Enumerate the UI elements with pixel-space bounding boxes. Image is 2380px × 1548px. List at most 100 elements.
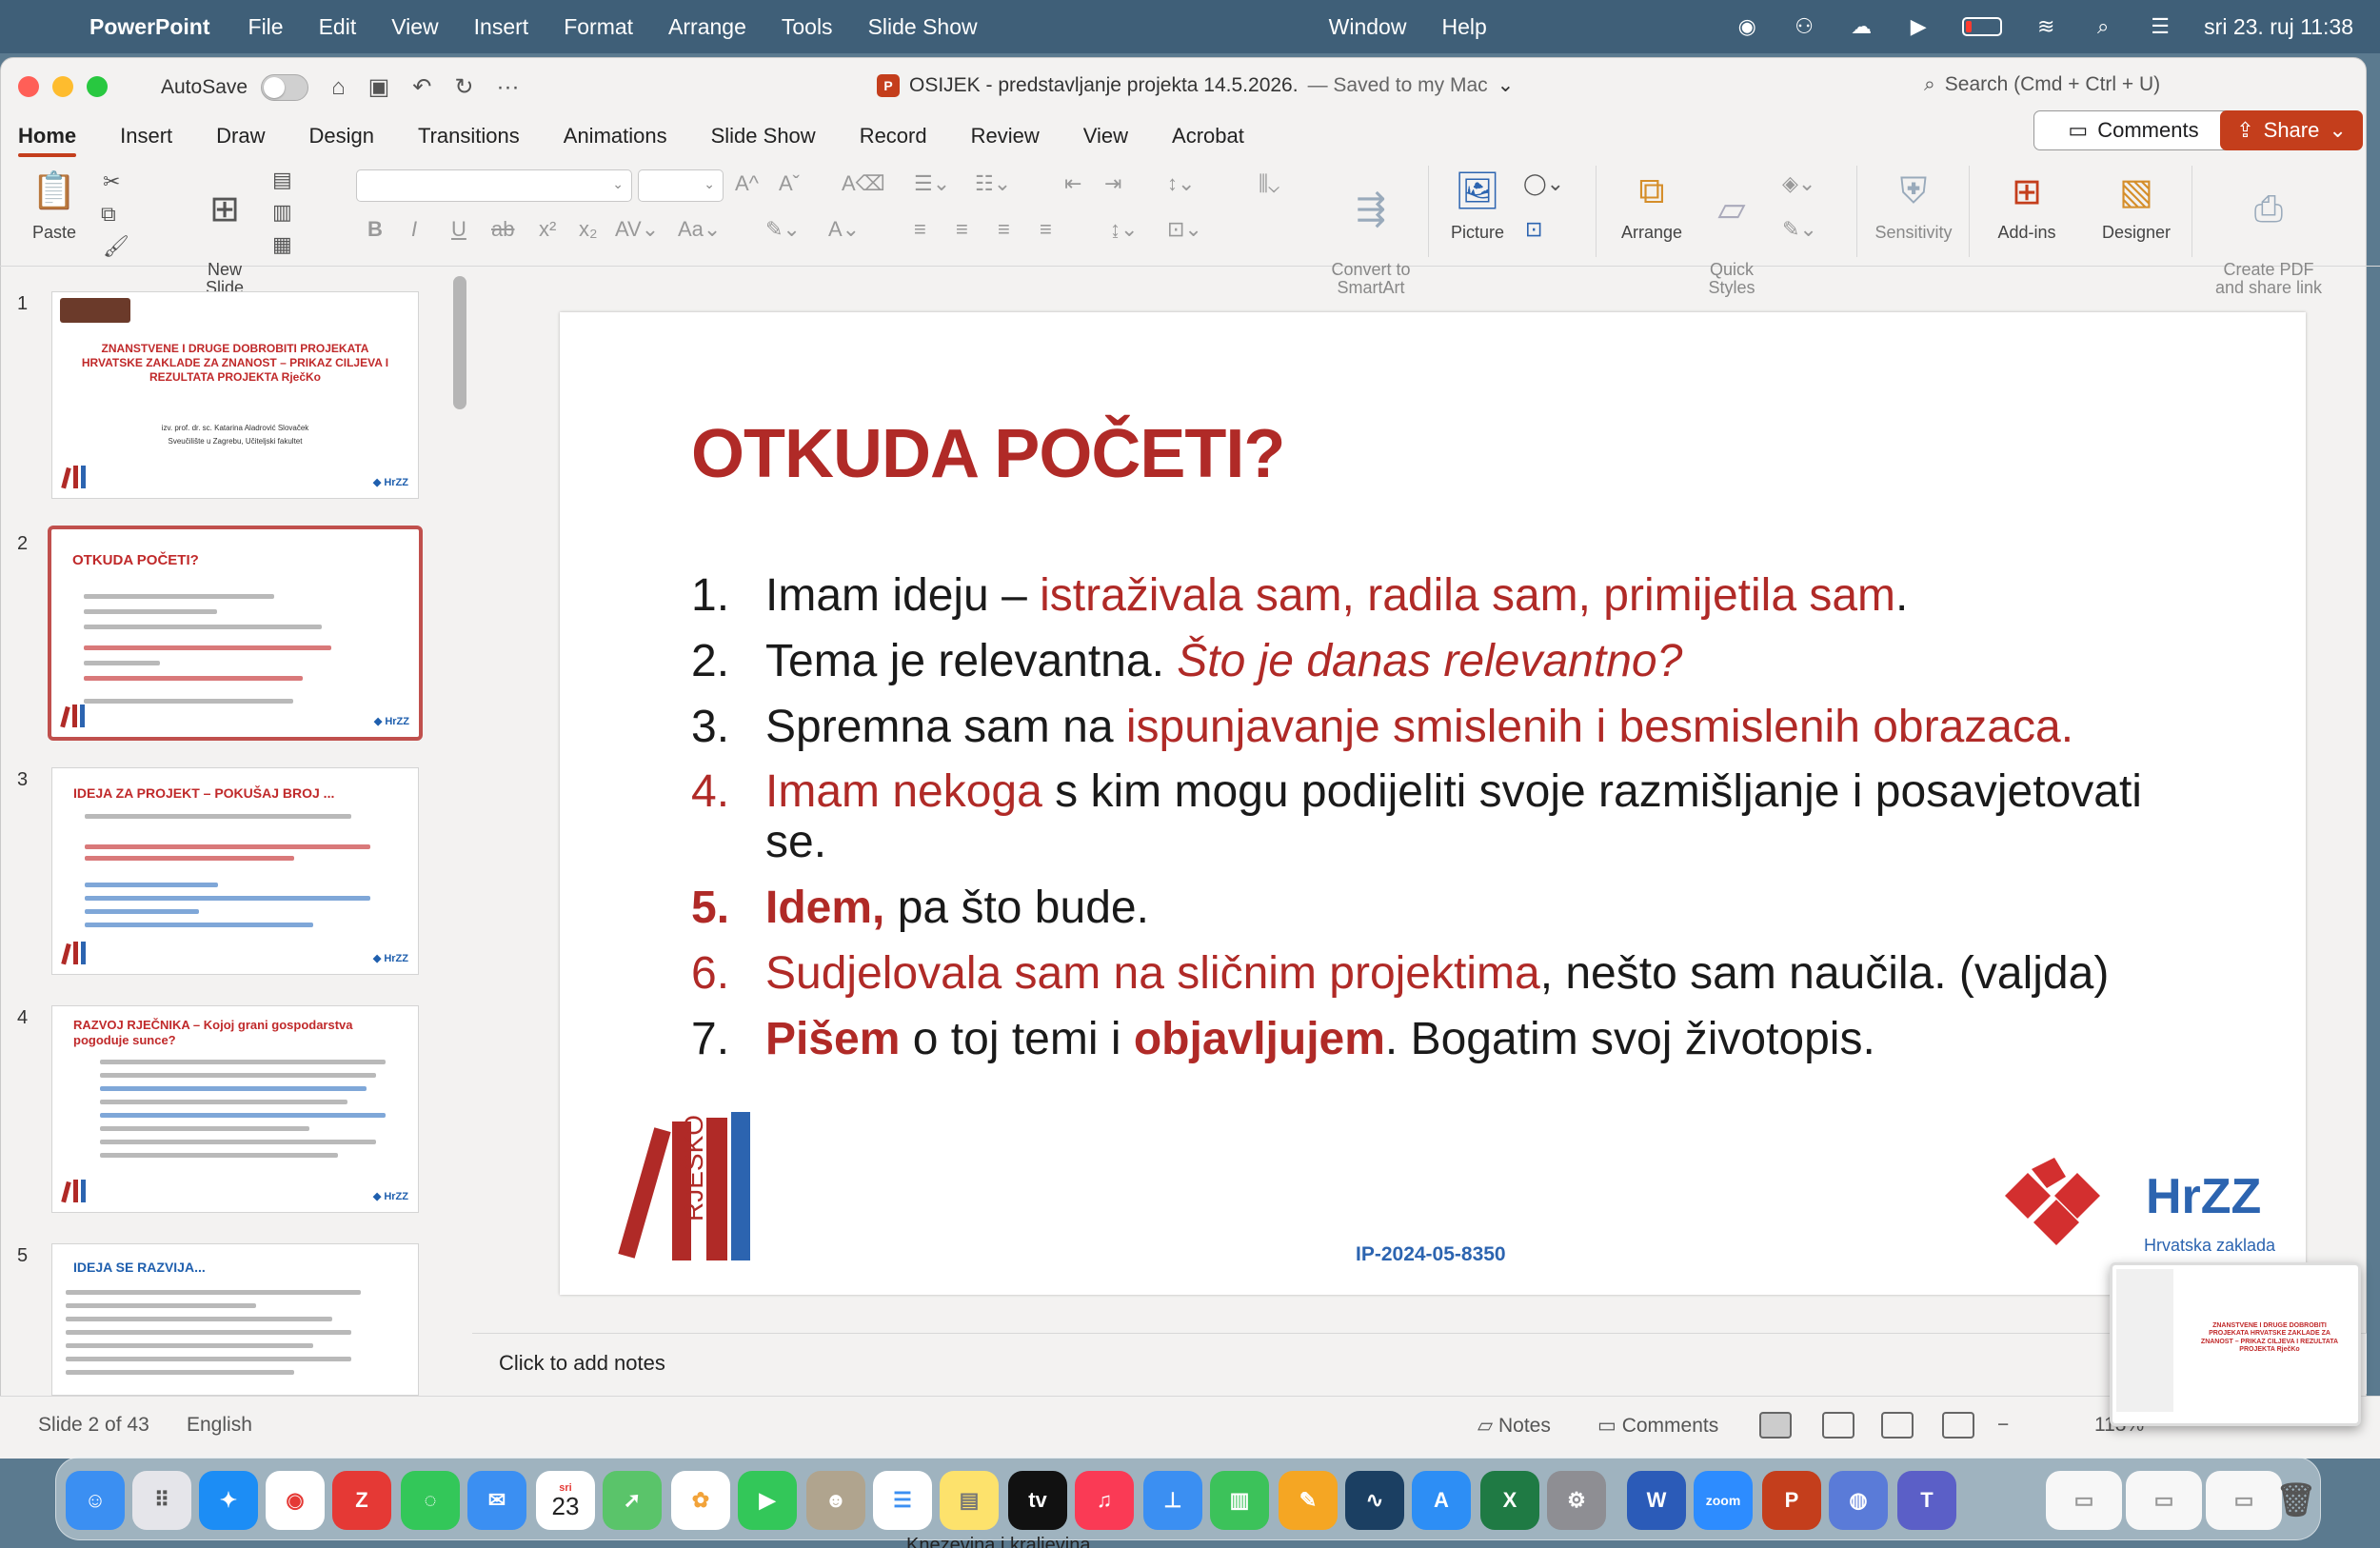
menu-arrange[interactable]: Arrange xyxy=(668,14,746,40)
teams-status-icon[interactable]: ⚇ xyxy=(1791,13,1817,40)
text-effects-icon[interactable]: AV⌄ xyxy=(615,217,659,242)
normal-view-icon[interactable] xyxy=(1759,1412,1792,1439)
copy-icon[interactable]: ⧉ xyxy=(101,202,116,227)
tab-insert[interactable]: Insert xyxy=(120,115,172,157)
tab-design[interactable]: Design xyxy=(309,115,374,157)
home-icon[interactable]: ⌂ xyxy=(331,74,346,101)
underline-icon[interactable]: U xyxy=(451,217,466,242)
align-left-icon[interactable]: ≡ xyxy=(914,217,926,242)
decrease-indent-icon[interactable]: ⇤ xyxy=(1064,171,1081,196)
slide-body-list[interactable]: 1. Imam ideju – istraživala sam, radila … xyxy=(691,570,2214,1080)
increase-font-icon[interactable]: A^ xyxy=(735,171,759,196)
decrease-font-icon[interactable]: Aˇ xyxy=(779,171,800,196)
tab-draw[interactable]: Draw xyxy=(216,115,265,157)
thumbnails-scrollbar[interactable] xyxy=(453,276,466,409)
excel-icon[interactable]: X xyxy=(1480,1471,1539,1530)
share-button[interactable]: ⇪ Share ⌄ xyxy=(2220,110,2363,150)
superscript-icon[interactable]: x² xyxy=(539,217,556,242)
notes-toggle-button[interactable]: ▱ Notes xyxy=(1478,1414,1551,1438)
menu-file[interactable]: File xyxy=(248,14,284,40)
numbers-icon[interactable]: ▥ xyxy=(1210,1471,1269,1530)
reading-view-icon[interactable] xyxy=(1881,1412,1914,1439)
powerpoint-icon[interactable]: P xyxy=(1762,1471,1821,1530)
slide-canvas[interactable]: OTKUDA POČETI? 1. Imam ideju – istraživa… xyxy=(560,312,2306,1295)
notes-app-icon[interactable]: ▤ xyxy=(940,1471,999,1530)
justify-icon[interactable]: ≡ xyxy=(1040,217,1052,242)
bold-icon[interactable]: B xyxy=(367,217,383,242)
maps-icon[interactable]: ➚ xyxy=(603,1471,662,1530)
change-case-icon[interactable]: Aa⌄ xyxy=(678,217,721,242)
subscript-icon[interactable]: x₂ xyxy=(579,217,598,242)
recent-document-thumbnail[interactable]: ▭ xyxy=(2126,1471,2202,1530)
play-icon[interactable]: ▶ xyxy=(1905,13,1932,40)
zoom-app-icon[interactable]: zoom xyxy=(1694,1471,1753,1530)
slide-thumbnail-5[interactable]: IDEJA SE RAZVIJA... xyxy=(51,1243,419,1396)
menu-help[interactable]: Help xyxy=(1441,14,1486,40)
columns-icon[interactable]: ⫼⌄ xyxy=(1259,171,1279,196)
menu-app-name[interactable]: PowerPoint xyxy=(89,14,210,40)
italic-icon[interactable]: I xyxy=(411,217,417,242)
strikethrough-icon[interactable]: ab xyxy=(491,217,514,242)
creative-cloud-icon[interactable]: ☁ xyxy=(1848,13,1874,40)
slide-thumbnail-4[interactable]: RAZVOJ RJEČNIKA – Kojoj grani gospodarst… xyxy=(51,1005,419,1213)
menu-view[interactable]: View xyxy=(391,14,438,40)
presenter-view-icon[interactable] xyxy=(1942,1412,1974,1439)
calendar-icon[interactable]: sri 23 xyxy=(536,1471,595,1530)
undo-icon[interactable]: ↶ xyxy=(412,73,431,101)
slide-thumbnail-1[interactable]: ZNANSTVENE I DRUGE DOBROBITI PROJEKATA H… xyxy=(51,291,419,499)
zoom-status-icon[interactable]: ◉ xyxy=(1734,13,1760,40)
textbox-icon[interactable]: ⊡ xyxy=(1525,217,1542,242)
shapes-icon[interactable]: ◯⌄ xyxy=(1523,171,1564,196)
keynote-icon[interactable]: ⊥ xyxy=(1143,1471,1202,1530)
freeform-icon[interactable]: ∿ xyxy=(1345,1471,1404,1530)
screenshot-preview-thumbnail[interactable]: ZNANSTVENE I DRUGE DOBROBITI PROJEKATA H… xyxy=(2110,1262,2361,1426)
line-spacing-icon[interactable]: ↕⌄ xyxy=(1167,171,1195,196)
search-field[interactable]: ⌕ Search (Cmd + Ctrl + U) xyxy=(1924,73,2160,96)
align-text-icon[interactable]: ⊡⌄ xyxy=(1167,217,1202,242)
reset-icon[interactable]: ▥ xyxy=(272,200,292,225)
minimize-window-button[interactable] xyxy=(52,76,73,97)
language-indicator[interactable]: English xyxy=(187,1414,252,1437)
finder-icon[interactable]: ☺ xyxy=(66,1471,125,1530)
redo-icon[interactable]: ↻ xyxy=(454,73,473,101)
wifi-icon[interactable]: ≋ xyxy=(2033,13,2059,40)
comments-toggle-button[interactable]: ▭ Comments xyxy=(1597,1414,1718,1438)
arrange-button[interactable]: ⧉ Arrange xyxy=(1611,166,1693,243)
font-family-select[interactable]: ⌄ xyxy=(356,169,632,202)
recent-document-thumbnail[interactable]: ▭ xyxy=(2046,1471,2122,1530)
menu-tools[interactable]: Tools xyxy=(782,14,833,40)
save-icon[interactable]: ▣ xyxy=(368,73,390,101)
slide-thumbnail-2[interactable]: OTKUDA POČETI? ◆ HrZZ xyxy=(48,526,423,741)
menu-format[interactable]: Format xyxy=(564,14,633,40)
picture-button[interactable]: 🖼 Picture xyxy=(1439,166,1516,243)
highlight-icon[interactable]: ✎⌄ xyxy=(765,217,801,242)
messages-icon[interactable]: ◌ xyxy=(401,1471,460,1530)
create-pdf-button[interactable]: ⎙ Create PDF and share link xyxy=(2207,166,2330,317)
spotlight-search-icon[interactable]: ⌕ xyxy=(2090,13,2116,40)
safari-icon[interactable]: ✦ xyxy=(199,1471,258,1530)
menu-edit[interactable]: Edit xyxy=(319,14,357,40)
numbering-icon[interactable]: ☷⌄ xyxy=(975,171,1011,196)
notes-pane[interactable]: Click to add notes xyxy=(472,1333,2367,1394)
zotero-icon[interactable]: Z xyxy=(332,1471,391,1530)
format-painter-icon[interactable]: 🖌 xyxy=(103,234,129,259)
quick-styles-button[interactable]: ▱ Quick Styles xyxy=(1698,166,1765,317)
tab-slide-show[interactable]: Slide Show xyxy=(711,115,816,157)
text-direction-icon[interactable]: ↨⌄ xyxy=(1110,217,1138,242)
menu-clock[interactable]: sri 23. ruj 11:38 xyxy=(2204,14,2353,40)
comments-button[interactable]: ▭ Comments xyxy=(2033,110,2233,150)
contacts-icon[interactable]: ☻ xyxy=(806,1471,865,1530)
word-icon[interactable]: W xyxy=(1627,1471,1686,1530)
fill-icon[interactable]: ◈⌄ xyxy=(1782,171,1815,196)
menu-slide-show[interactable]: Slide Show xyxy=(868,14,978,40)
outline-icon[interactable]: ✎⌄ xyxy=(1782,217,1817,242)
tab-record[interactable]: Record xyxy=(860,115,927,157)
battery-icon[interactable] xyxy=(1962,17,2003,36)
pages-icon[interactable]: ✎ xyxy=(1279,1471,1338,1530)
tab-animations[interactable]: Animations xyxy=(564,115,667,157)
layout-icon[interactable]: ▤ xyxy=(272,168,292,192)
facetime-icon[interactable]: ▶ xyxy=(738,1471,797,1530)
close-window-button[interactable] xyxy=(18,76,39,97)
designer-button[interactable]: ▧ Designer xyxy=(2091,166,2182,243)
tab-home[interactable]: Home xyxy=(18,115,77,157)
